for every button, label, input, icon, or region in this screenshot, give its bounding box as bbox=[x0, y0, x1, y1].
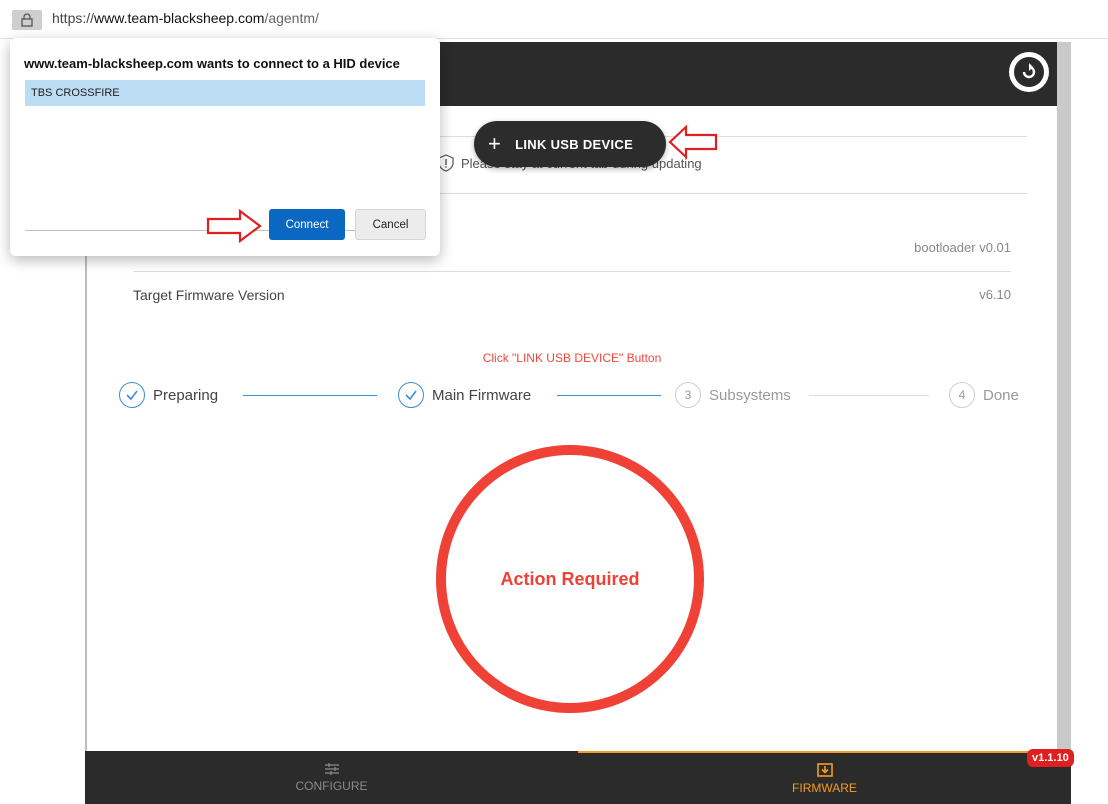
target-firmware-label: Target Firmware Version bbox=[133, 287, 285, 303]
download-box-icon bbox=[816, 763, 833, 777]
cancel-button[interactable]: Cancel bbox=[355, 209, 426, 240]
link-usb-device-button[interactable]: + LINK USB DEVICE bbox=[474, 121, 666, 167]
nav-firmware-label: FIRMWARE bbox=[792, 781, 857, 795]
url-domain: www.team-blacksheep.com bbox=[94, 10, 265, 26]
arrow-left-icon bbox=[668, 124, 718, 160]
hid-permission-dialog: www.team-blacksheep.com wants to connect… bbox=[10, 38, 440, 256]
step-label: Subsystems bbox=[709, 386, 791, 404]
arrow-circle-icon bbox=[1014, 57, 1044, 87]
step-number: 4 bbox=[949, 382, 975, 408]
nav-configure-label: CONFIGURE bbox=[295, 779, 368, 793]
power-button[interactable] bbox=[1009, 52, 1049, 92]
status-text: Action Required bbox=[500, 568, 640, 589]
address-bar[interactable]: https://www.team-blacksheep.com/agentm/ bbox=[0, 0, 1108, 39]
target-firmware-row: Target Firmware Version v6.10 bbox=[133, 287, 1011, 303]
step-main-firmware: Main Firmware bbox=[398, 382, 531, 408]
step-preparing: Preparing bbox=[119, 382, 218, 408]
step-label: Main Firmware bbox=[432, 386, 532, 404]
bottom-nav: CONFIGURE FIRMWARE bbox=[85, 751, 1071, 804]
arrow-right-icon bbox=[206, 209, 262, 243]
connect-button[interactable]: Connect bbox=[269, 209, 345, 240]
sliders-icon bbox=[324, 763, 339, 775]
hint-text: Click "LINK USB DEVICE" Button bbox=[482, 351, 662, 365]
url-text[interactable]: https://www.team-blacksheep.com/agentm/ bbox=[52, 10, 319, 26]
step-label: Done bbox=[983, 386, 1019, 404]
step-number: 3 bbox=[675, 382, 701, 408]
current-firmware-value: bootloader v0.01 bbox=[914, 240, 1011, 255]
link-usb-device-label: LINK USB DEVICE bbox=[515, 136, 634, 152]
target-firmware-value: v6.10 bbox=[979, 287, 1011, 302]
status-ring: Action Required bbox=[436, 445, 704, 713]
check-icon bbox=[398, 382, 424, 408]
device-item[interactable]: TBS CROSSFIRE bbox=[25, 80, 425, 106]
step-connector bbox=[809, 395, 929, 396]
lock-icon[interactable] bbox=[12, 10, 42, 30]
progress-stepper: Preparing Main Firmware 3 Subsystems 4 D… bbox=[119, 382, 1019, 412]
divider bbox=[437, 193, 1027, 194]
step-connector bbox=[243, 395, 377, 396]
dialog-title: www.team-blacksheep.com wants to connect… bbox=[24, 56, 400, 71]
url-prefix: https:// bbox=[52, 10, 95, 26]
nav-firmware[interactable]: FIRMWARE bbox=[578, 751, 1071, 804]
step-subsystems: 3 Subsystems bbox=[675, 382, 791, 408]
step-connector bbox=[557, 395, 661, 396]
version-badge: v1.1.10 bbox=[1027, 749, 1074, 767]
check-icon bbox=[119, 382, 145, 408]
step-done: 4 Done bbox=[949, 382, 1019, 408]
nav-configure[interactable]: CONFIGURE bbox=[85, 751, 578, 804]
step-label: Preparing bbox=[153, 386, 219, 404]
plus-icon: + bbox=[488, 131, 502, 156]
url-path: /agentm/ bbox=[264, 10, 319, 26]
